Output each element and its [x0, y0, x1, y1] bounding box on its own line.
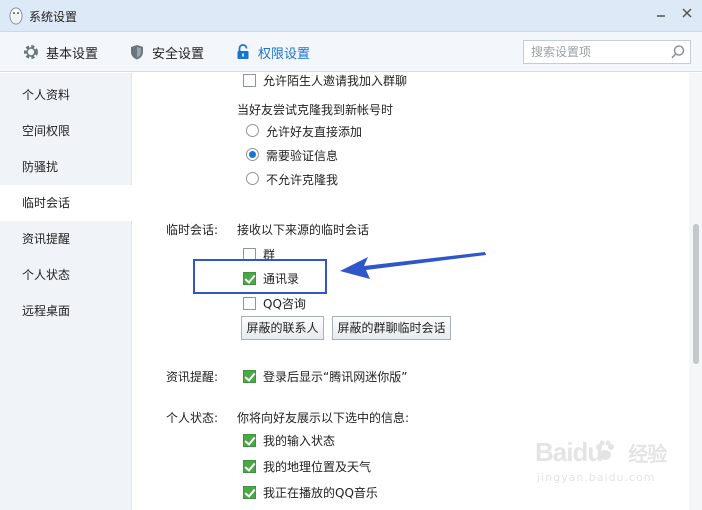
show-mini-news-checkbox[interactable]: [243, 370, 256, 383]
close-button[interactable]: [678, 6, 696, 24]
sidebar-item-personal-status[interactable]: 个人状态: [0, 257, 132, 293]
clone-section-heading: 当好友尝试克隆我到新帐号时: [237, 103, 394, 117]
search-box[interactable]: [523, 40, 691, 64]
personal-status-option-label: 我的地理位置及天气: [263, 460, 372, 474]
sidebar-item-news-reminder[interactable]: 资讯提醒: [0, 221, 132, 257]
allow-stranger-invite-label: 允许陌生人邀请我加入群聊: [263, 74, 408, 88]
clone-allow-direct-radio[interactable]: [246, 124, 259, 137]
location-weather-checkbox[interactable]: [243, 460, 256, 473]
news-section-label: 资讯提醒:: [166, 370, 219, 384]
tab-label: 基本设置: [46, 46, 99, 62]
sidebar-item-temp-session[interactable]: 临时会话: [0, 185, 132, 221]
qq-music-checkbox[interactable]: [243, 486, 256, 499]
clone-option-label: 需要验证信息: [266, 149, 339, 163]
qq-penguin-icon: [9, 7, 23, 25]
clone-require-verification-radio[interactable]: [246, 148, 259, 161]
tab-security-settings[interactable]: 安全设置: [128, 32, 204, 72]
sidebar-item-remote-desktop[interactable]: 远程桌面: [0, 293, 132, 329]
clone-option-label: 不允许克隆我: [266, 173, 339, 187]
personal-status-heading: 你将向好友展示以下选中的信息:: [237, 411, 410, 425]
sidebar-item-label: 个人状态: [22, 268, 71, 282]
temp-session-qq-consult-checkbox[interactable]: [243, 297, 256, 310]
sidebar-item-label: 临时会话: [22, 196, 71, 210]
scrollbar-thumb[interactable]: [693, 224, 699, 364]
temp-session-option-label: QQ咨询: [263, 297, 306, 311]
content-scrollbar[interactable]: [689, 73, 702, 510]
sidebar-item-space-permission[interactable]: 空间权限: [0, 113, 132, 149]
clone-disallow-radio[interactable]: [246, 172, 259, 185]
sidebar-item-label: 远程桌面: [22, 304, 71, 318]
personal-status-option-label: 我正在播放的QQ音乐: [263, 486, 378, 500]
sidebar-item-label: 防骚扰: [22, 160, 59, 174]
window-title: 系统设置: [29, 10, 78, 24]
sidebar-item-anti-harassment[interactable]: 防骚扰: [0, 149, 132, 185]
sidebar-item-label: 空间权限: [22, 124, 71, 138]
sidebar-item-label: 个人资料: [22, 88, 71, 102]
tab-label: 权限设置: [258, 46, 311, 62]
temp-session-section-label: 临时会话:: [166, 223, 219, 237]
clone-option-label: 允许好友直接添加: [266, 125, 363, 139]
personal-status-option-label: 我的输入状态: [263, 434, 336, 448]
minimize-icon: [657, 15, 665, 17]
allow-stranger-invite-checkbox[interactable]: [243, 74, 256, 87]
show-mini-news-label: 登录后显示“腾讯网迷你版”: [263, 370, 408, 384]
search-input[interactable]: [524, 41, 664, 63]
gear-icon: [24, 45, 38, 59]
shield-icon: [131, 45, 143, 60]
tab-permission-settings[interactable]: 权限设置: [234, 32, 310, 72]
blocked-contacts-button[interactable]: 屏蔽的联系人: [241, 316, 324, 340]
close-icon: [682, 8, 692, 18]
annotation-arrow-icon: [340, 252, 486, 279]
temp-session-heading: 接收以下来源的临时会话: [237, 223, 370, 237]
typing-status-checkbox[interactable]: [243, 434, 256, 447]
sidebar-item-label: 资讯提醒: [22, 232, 71, 246]
search-icon[interactable]: [670, 44, 686, 60]
annotation-highlight-box: [193, 259, 327, 294]
watermark-brand-cn: 经验: [628, 444, 667, 466]
sidebar: 个人资料 空间权限 防骚扰 临时会话 资讯提醒 个人状态 远程桌面: [0, 73, 132, 510]
tab-label: 安全设置: [152, 46, 205, 62]
baidu-jingyan-watermark: Baidu 经验 jingyan.baidu.com: [535, 433, 675, 493]
watermark-brand: Baidu: [535, 437, 603, 467]
title-bar: 系统设置: [0, 0, 702, 32]
settings-toolbar: 基本设置 安全设置 权限设置: [0, 32, 702, 72]
lock-icon: [237, 44, 249, 59]
blocked-group-temp-session-button[interactable]: 屏蔽的群聊临时会话: [332, 316, 451, 340]
watermark-url: jingyan.baidu.com: [537, 471, 656, 484]
personal-status-section-label: 个人状态:: [166, 411, 219, 425]
tab-basic-settings[interactable]: 基本设置: [22, 32, 98, 72]
sidebar-item-profile[interactable]: 个人资料: [0, 77, 132, 113]
minimize-button[interactable]: [652, 6, 670, 24]
